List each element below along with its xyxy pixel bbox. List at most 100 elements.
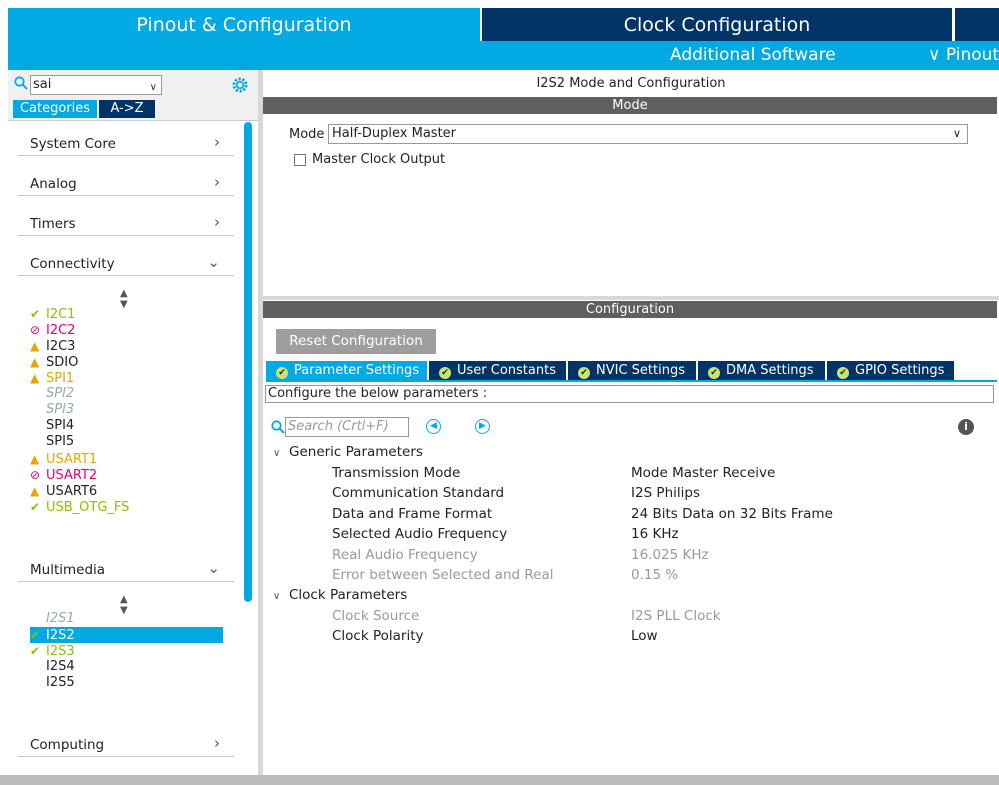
main-panel: I2S2 Mode and Configuration Mode Mode Ha… (263, 70, 999, 770)
tab-pinout-configuration[interactable]: Pinout & Configuration (8, 8, 480, 41)
check-icon: ✔ (30, 644, 41, 658)
param-name: Clock Polarity (332, 628, 424, 644)
param-name: Selected Audio Frequency (332, 526, 508, 542)
sidebar-scrollbar[interactable] (244, 122, 252, 602)
list-item-i2s1[interactable]: I2S1 (30, 611, 75, 627)
param-value[interactable]: Mode Master Receive (631, 465, 775, 481)
pinout-menu[interactable]: ∨ Pinout (928, 45, 999, 65)
group-generic-parameters[interactable]: ∨ Generic Parameters (273, 444, 423, 460)
param-name: Real Audio Frequency (332, 547, 478, 563)
chevron-down-icon: ⌄ (207, 253, 220, 271)
mode-select[interactable]: Half-Duplex Master ∨ (328, 124, 968, 144)
param-value: 0.15 % (631, 567, 679, 583)
check-icon: ✔ (708, 367, 720, 379)
tab-clock-configuration[interactable]: Clock Configuration (482, 8, 952, 41)
gear-icon[interactable] (231, 76, 249, 94)
param-name: Data and Frame Format (332, 506, 493, 522)
reset-configuration-button[interactable]: Reset Configuration (276, 329, 436, 354)
list-item-spi5[interactable]: SPI5 (30, 434, 74, 450)
list-item-i2s2[interactable]: ✔ I2S2 (30, 627, 223, 643)
list-item-i2c1[interactable]: ✔ I2C1 (30, 306, 75, 322)
category-computing[interactable]: Computing › (18, 733, 234, 757)
category-analog[interactable]: Analog › (18, 172, 234, 196)
param-value[interactable]: 24 Bits Data on 32 Bits Frame (631, 506, 833, 522)
list-item-usart1[interactable]: ▲ USART1 (30, 451, 97, 467)
tab-dma-settings[interactable]: ✔ DMA Settings (698, 361, 825, 381)
param-name: Transmission Mode (332, 465, 461, 481)
search-icon (271, 420, 285, 434)
previous-match-icon[interactable]: ◀ (426, 419, 441, 434)
list-item-spi1[interactable]: ▲ SPI1 (30, 370, 74, 386)
check-icon: ✔ (837, 367, 849, 379)
check-icon: ✔ (578, 367, 590, 379)
sidebar-search-row: sai ∨ (8, 72, 258, 95)
chevron-right-icon: › (214, 133, 220, 151)
tab-user-constants[interactable]: ✔ User Constants (429, 361, 566, 381)
mode-section: Mode Half-Duplex Master ∨ Master Clock O… (263, 114, 997, 296)
info-icon[interactable]: i (958, 419, 974, 435)
parameter-search-input[interactable]: Search (Crtl+F) (285, 417, 409, 437)
top-toolbar: Pinout & Configuration Clock Configurati… (0, 0, 999, 72)
tab-nvic-settings[interactable]: ✔ NVIC Settings (568, 361, 696, 381)
list-item-usart6[interactable]: ▲ USART6 (30, 483, 97, 499)
mode-value: Half-Duplex Master (332, 126, 457, 141)
list-item-spi2[interactable]: SPI2 (30, 386, 74, 402)
page-title: I2S2 Mode and Configuration (536, 76, 726, 91)
list-item-spi3[interactable]: SPI3 (30, 402, 74, 418)
check-icon: ✔ (30, 307, 41, 321)
list-item-usb-otg-fs[interactable]: ✔ USB_OTG_FS (30, 499, 129, 515)
master-clock-output-label: Master Clock Output (312, 152, 446, 167)
sidebar: sai ∨ Categories A->Z System Core › Analo… (8, 70, 258, 770)
category-label: Computing (30, 737, 105, 753)
chevron-down-icon: ∨ (273, 448, 281, 459)
status-bar (0, 775, 999, 785)
warning-icon: ▲ (30, 452, 40, 466)
sidebar-search-input[interactable]: sai ∨ (30, 75, 162, 95)
master-clock-output-checkbox[interactable] (294, 154, 306, 166)
mode-header: Mode (263, 97, 997, 114)
next-match-icon[interactable]: ▶ (475, 419, 490, 434)
list-item-i2s4[interactable]: I2S4 (30, 659, 75, 675)
list-item-sdio[interactable]: ▲ SDIO (30, 354, 78, 370)
list-item-usart2[interactable]: ⊘ USART2 (30, 467, 97, 483)
sort-icon[interactable]: ▲ ▼ (120, 594, 128, 616)
tab-categories[interactable]: Categories (13, 100, 97, 118)
warning-icon: ▲ (30, 355, 40, 369)
tab-gpio-settings[interactable]: ✔ GPIO Settings (827, 361, 954, 381)
section-divider[interactable] (263, 296, 999, 300)
category-label: Timers (30, 216, 76, 232)
tab-parameter-settings[interactable]: ✔ Parameter Settings (266, 361, 427, 381)
group-clock-parameters[interactable]: ∨ Clock Parameters (273, 587, 407, 603)
check-icon: ✔ (276, 367, 288, 379)
tab-underline (266, 380, 997, 382)
param-value: 16.025 KHz (631, 547, 709, 563)
category-system-core[interactable]: System Core › (18, 132, 234, 156)
chevron-down-icon[interactable]: ∨ (953, 125, 961, 143)
list-item-i2c2[interactable]: ⊘ I2C2 (30, 322, 75, 338)
category-multimedia[interactable]: Multimedia ⌄ (18, 558, 234, 582)
warning-icon: ▲ (30, 339, 40, 353)
param-name: Clock Source (332, 608, 420, 624)
param-value[interactable]: 16 KHz (631, 526, 679, 542)
category-timers[interactable]: Timers › (18, 212, 234, 236)
chevron-down-icon: ∨ (273, 591, 281, 602)
list-item-i2c3[interactable]: ▲ I2C3 (30, 338, 75, 354)
category-label: Connectivity (30, 256, 115, 272)
tab-overflow[interactable] (955, 8, 999, 41)
param-value: I2S PLL Clock (631, 608, 721, 624)
category-connectivity[interactable]: Connectivity ⌄ (18, 252, 234, 276)
list-item-spi4[interactable]: SPI4 (30, 418, 74, 434)
additional-software-button[interactable]: Additional Software (670, 45, 836, 65)
chevron-right-icon: › (214, 213, 220, 231)
sort-icon[interactable]: ▲ ▼ (120, 288, 128, 310)
chevron-down-icon: ⌄ (207, 559, 220, 577)
search-icon (14, 76, 28, 90)
list-item-i2s5[interactable]: I2S5 (30, 675, 75, 691)
param-value[interactable]: Low (631, 628, 658, 644)
chevron-down-icon[interactable]: ∨ (150, 79, 157, 97)
list-item-i2s3[interactable]: ✔ I2S3 (30, 643, 75, 659)
param-value[interactable]: I2S Philips (631, 485, 700, 501)
parameter-tabs: ✔ Parameter Settings ✔ User Constants ✔ NVI… (266, 361, 997, 381)
configure-hint: Configure the below parameters : (265, 385, 994, 403)
tab-a-z[interactable]: A->Z (99, 100, 155, 118)
